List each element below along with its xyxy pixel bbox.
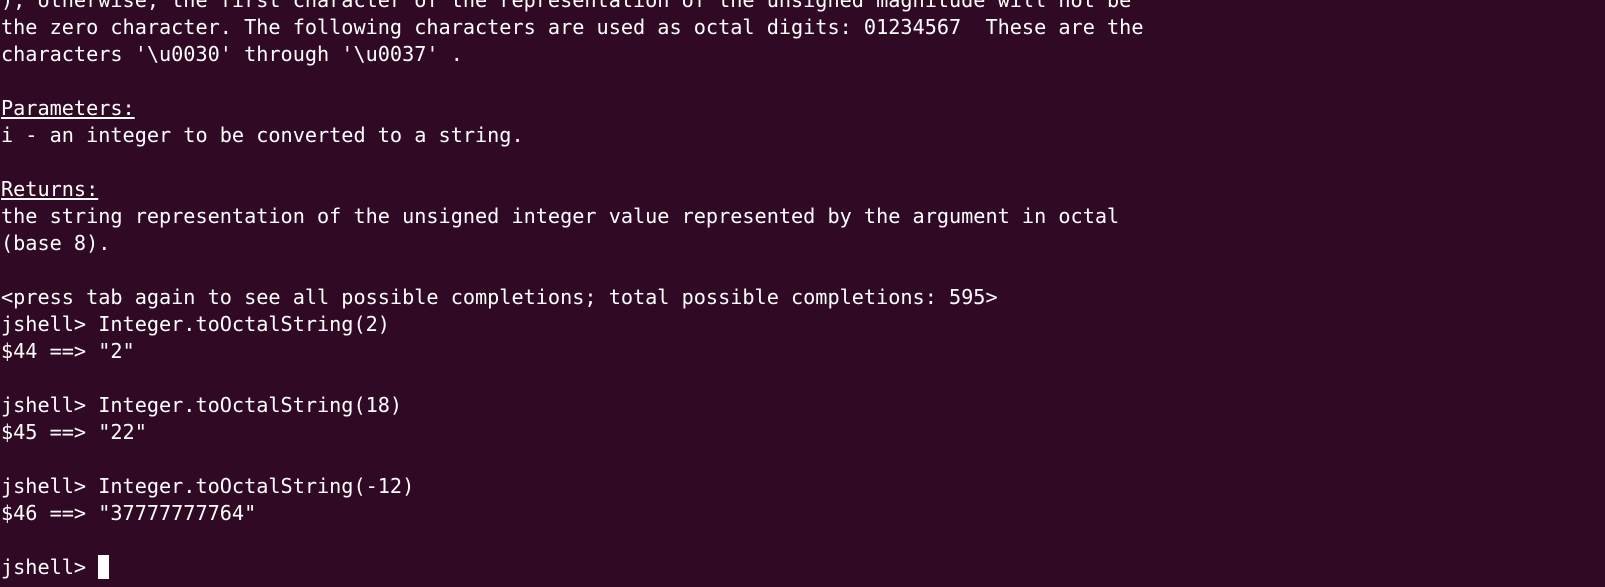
completions-hint: <press tab again to see all possible com… (1, 285, 998, 309)
parameter-description: i - an integer to be converted to a stri… (1, 123, 524, 147)
terminal-window[interactable]: ); otherwise, the first character of the… (0, 0, 1605, 587)
shell-prompt: jshell> (1, 555, 99, 579)
result-line: $46 ==> "37777777764" (1, 501, 257, 525)
terminal-output: ); otherwise, the first character of the… (1, 0, 1143, 581)
returns-heading: Returns: (1, 177, 99, 201)
command-line: jshell> Integer.toOctalString(18) (1, 393, 403, 417)
command-line: jshell> Integer.toOctalString(-12) (1, 474, 415, 498)
command-line: jshell> Integer.toOctalString(2) (1, 312, 390, 336)
text-cursor[interactable] (98, 555, 110, 579)
result-line: $45 ==> "22" (1, 420, 147, 444)
doc-line: ); otherwise, the first character of the… (1, 0, 1132, 12)
returns-description: the string representation of the unsigne… (1, 204, 1120, 228)
input-line[interactable]: jshell> (1, 554, 1143, 581)
parameters-heading: Parameters: (1, 96, 135, 120)
doc-line: characters '\u0030' through '\u0037' . (1, 42, 463, 66)
doc-line: the zero character. The following charac… (1, 15, 1144, 39)
result-line: $44 ==> "2" (1, 339, 135, 363)
returns-description: (base 8). (1, 231, 111, 255)
